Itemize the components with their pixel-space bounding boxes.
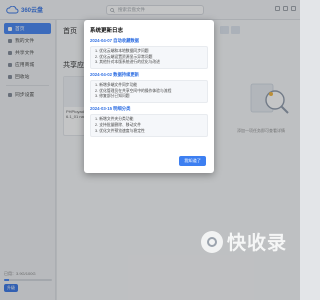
version-heading: 2024-03-15 明细分类 [90, 106, 131, 112]
version-heading: 2024-04-02 数据持续更新 [90, 72, 139, 78]
note-item: 3. 优化文件预览速度与稳定性 [95, 128, 145, 133]
note-item: 3. 其他针对本版系统进行的优化与改进 [95, 60, 160, 65]
version-notes: 1. 新增多端文件同步功能 2. 优化管理员在共享空间中的操作体验与流程 3. … [90, 80, 208, 104]
confirm-button[interactable]: 我知道了 [179, 156, 206, 166]
version-notes: 1. 新增文件夹分类功能 2. 支持批量删除、移动文件 3. 优化文件预览速度与… [90, 114, 208, 138]
update-log-dialog: 系统更新日志 2024-04-07 自动收藏数据 1. 优化云端和本地数据同步问… [84, 20, 214, 173]
watermark-text: 快收录 [227, 233, 288, 254]
watermark-logo-icon [201, 230, 223, 253]
watermark: 快收录 [201, 228, 287, 255]
version-heading: 2024-04-07 自动收藏数据 [90, 38, 139, 43]
version-notes: 1. 优化云端和本地数据同步问题 2. 优化云端设置资源显示异常问题 3. 其他… [90, 46, 208, 70]
dialog-title: 系统更新日志 [90, 28, 124, 34]
note-item: 3. 修复部分已知问题 [95, 94, 130, 99]
